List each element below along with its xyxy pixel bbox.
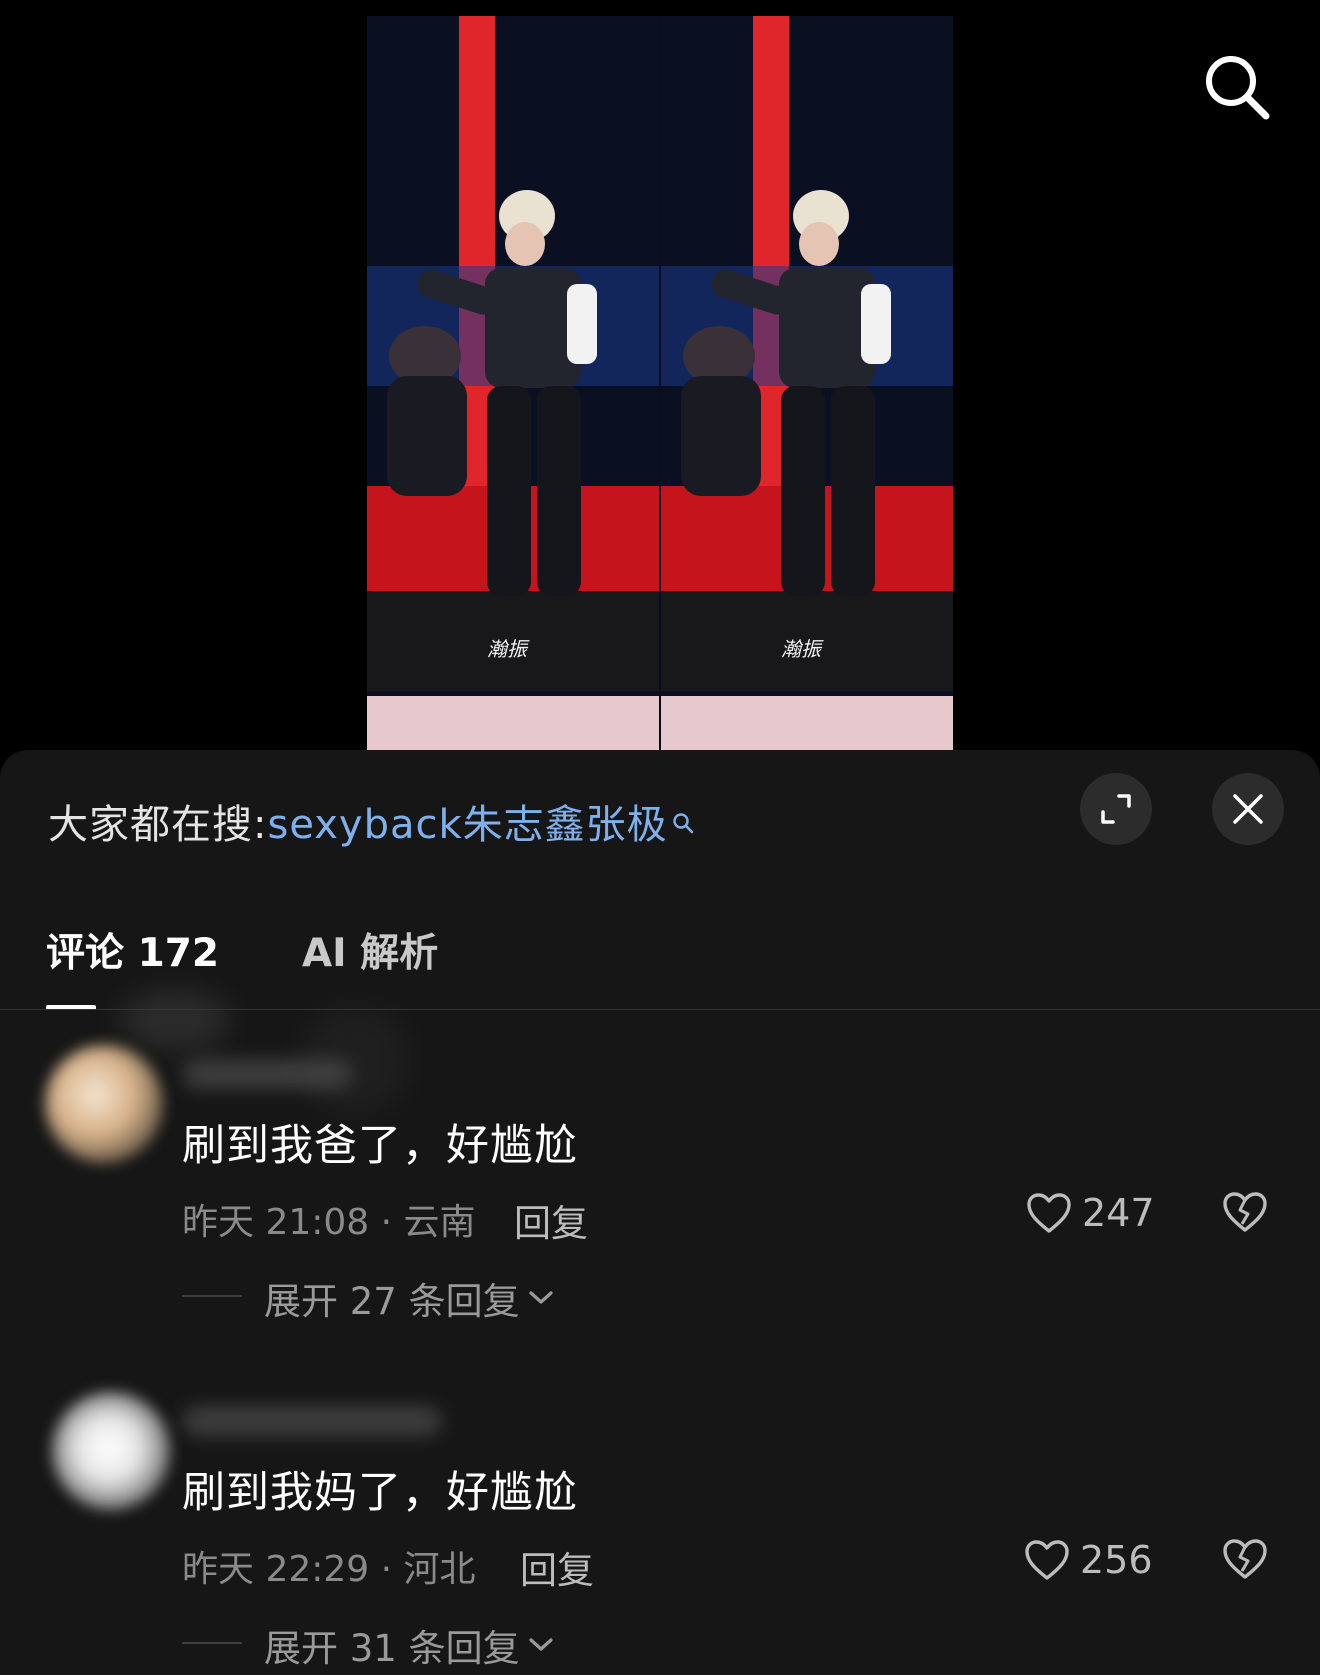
expand-replies-label: 展开 27 条回复	[264, 1280, 520, 1323]
expand-replies-label: 展开 31 条回复	[264, 1627, 520, 1670]
like-count: 256	[1080, 1538, 1153, 1582]
heart-icon	[1025, 1540, 1069, 1580]
comment-item: 刷到我爸了，好尴尬 昨天 21:08 · 云南 回复 247 展开 27 条回复	[0, 1045, 1320, 1345]
comment-text: 刷到我妈了，好尴尬	[182, 1468, 578, 1518]
watermark-right: 瀚振	[781, 637, 824, 661]
search-icon	[672, 798, 694, 844]
like-button[interactable]: 247	[1026, 1191, 1155, 1235]
video-frame-left: 瀚振	[367, 16, 659, 750]
tab-comments[interactable]: 评论 172	[46, 922, 219, 978]
comment-item: 刷到我妈了，好尴尬 昨天 22:29 · 河北 回复 256 展开 31 条回复	[0, 1392, 1320, 1675]
close-button[interactable]	[1212, 773, 1284, 845]
broken-heart-icon	[1223, 1192, 1267, 1232]
comment-meta: 昨天 21:08 · 云南	[182, 1202, 476, 1243]
search-button[interactable]	[1200, 50, 1274, 124]
like-button[interactable]: 256	[1024, 1538, 1153, 1582]
expand-divider	[182, 1642, 242, 1644]
broken-heart-icon	[1223, 1539, 1267, 1579]
comment-panel: 大家都在搜:sexyback朱志鑫张极 评论 172 AI 解析 刷到我爸了，好…	[0, 750, 1320, 1675]
comment-text: 刷到我爸了，好尴尬	[182, 1121, 578, 1171]
reply-button[interactable]: 回复	[514, 1193, 588, 1247]
search-icon	[1206, 56, 1270, 120]
expand-replies-button[interactable]: 展开 31 条回复	[264, 1618, 554, 1672]
expand-icon	[1101, 794, 1131, 824]
fullscreen-button[interactable]	[1080, 773, 1152, 845]
watermark-left: 瀚振	[487, 637, 530, 661]
blurred-overlay	[120, 990, 230, 1050]
avatar[interactable]	[52, 1392, 170, 1510]
dislike-button[interactable]	[1222, 1191, 1268, 1237]
performer-image-right: 瀚振	[661, 16, 953, 750]
video-player[interactable]: 瀚振 瀚振	[367, 16, 953, 750]
comment-meta: 昨天 22:29 · 河北	[182, 1549, 476, 1590]
avatar[interactable]	[45, 1045, 163, 1163]
username-blurred	[182, 1059, 352, 1089]
chevron-down-icon	[529, 1638, 553, 1651]
performer-image-left: 瀚振	[367, 16, 659, 750]
chevron-down-icon	[529, 1291, 553, 1304]
video-frame-right: 瀚振	[661, 16, 953, 750]
like-count: 247	[1082, 1191, 1155, 1235]
heart-icon	[1027, 1193, 1071, 1233]
tab-ai-analysis[interactable]: AI 解析	[302, 922, 438, 978]
hot-search-label: 大家都在搜:	[48, 802, 268, 848]
hot-search-term[interactable]: sexyback朱志鑫张极	[267, 802, 667, 848]
hot-search-bar[interactable]: 大家都在搜:sexyback朱志鑫张极	[48, 792, 694, 850]
expand-replies-button[interactable]: 展开 27 条回复	[264, 1271, 554, 1325]
username-blurred	[182, 1406, 442, 1436]
expand-divider	[182, 1295, 242, 1297]
video-area[interactable]: 瀚振 瀚振	[0, 0, 1320, 760]
reply-button[interactable]: 回复	[520, 1540, 594, 1594]
dislike-button[interactable]	[1222, 1538, 1268, 1584]
close-icon	[1233, 794, 1263, 824]
